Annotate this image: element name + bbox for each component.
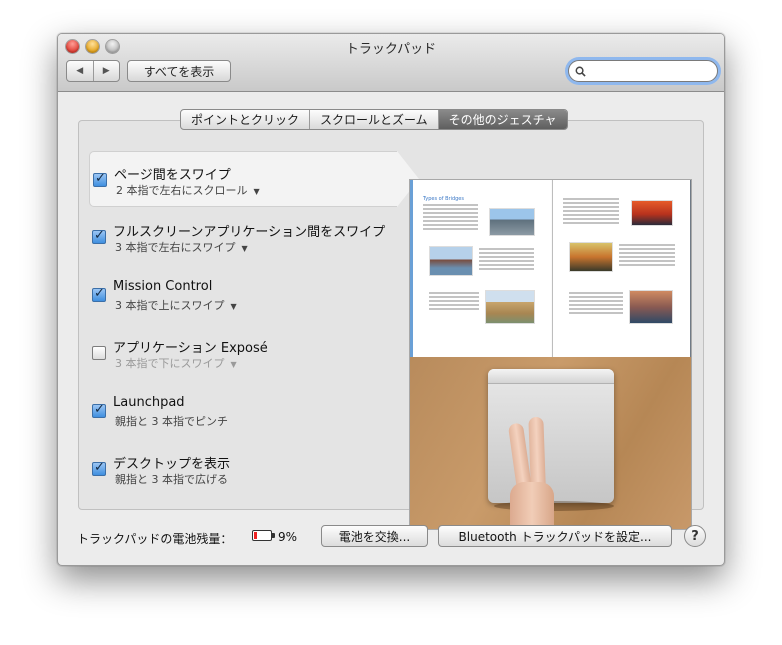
- setup-bluetooth-trackpad-button[interactable]: Bluetooth トラックパッドを設定...: [438, 525, 672, 547]
- gesture-title: フルスクリーンアプリケーション間をスワイプ: [113, 225, 386, 240]
- gesture-option-menu[interactable]: 3 本指で上にスワイプ ▼: [115, 297, 237, 313]
- magic-trackpad-image: [488, 369, 614, 503]
- chevron-down-icon: ▼: [230, 302, 237, 311]
- gesture-preview-video: Types of Bridges: [409, 179, 692, 530]
- gesture-option-label: 2 本指で左右にスクロール: [116, 184, 248, 197]
- gesture-launchpad[interactable]: Launchpad 親指と 3 本指でピンチ: [89, 383, 397, 439]
- gesture-title: Launchpad: [113, 395, 185, 410]
- gesture-option-label: 3 本指で下にスワイプ: [115, 357, 225, 370]
- back-button[interactable]: ◀: [67, 61, 93, 81]
- forward-arrow-icon: ▶: [102, 66, 110, 76]
- gesture-description: 親指と 3 本指で広げる: [115, 473, 228, 486]
- search-input[interactable]: [590, 65, 710, 77]
- app-expose-checkbox[interactable]: [92, 346, 106, 360]
- forward-button[interactable]: ▶: [92, 61, 120, 81]
- tab-bar: ポイントとクリック スクロールとズーム その他のジェスチャ: [180, 109, 568, 130]
- document-heading: Types of Bridges: [423, 196, 464, 202]
- title-bar: トラックパッド ◀ ▶ すべてを表示: [58, 34, 724, 92]
- preview-document: Types of Bridges: [410, 180, 691, 357]
- replace-battery-button[interactable]: 電池を交換...: [321, 525, 428, 547]
- launchpad-checkbox[interactable]: [92, 402, 106, 418]
- gesture-title: Mission Control: [113, 279, 213, 294]
- battery-icon: [252, 530, 275, 541]
- battery-percent: 9%: [278, 530, 298, 544]
- gesture-option-menu[interactable]: 2 本指で左右にスクロール ▼: [116, 182, 260, 198]
- gesture-app-expose[interactable]: アプリケーション Exposé 3 本指で下にスワイプ ▼: [89, 325, 397, 381]
- gesture-option-label: 3 本指で上にスワイプ: [115, 299, 225, 312]
- gesture-option-label: 3 本指で左右にスワイプ: [115, 241, 236, 254]
- document-page-left: Types of Bridges: [410, 180, 551, 357]
- preferences-content: ポイントとクリック スクロールとズーム その他のジェスチャ ページ間をスワイプ …: [58, 93, 724, 565]
- tab-more-gestures[interactable]: その他のジェスチャ: [437, 110, 567, 129]
- search-icon: [575, 66, 586, 77]
- chevron-down-icon: ▼: [253, 187, 260, 196]
- swipe-between-pages-checkbox[interactable]: [93, 171, 107, 187]
- gestures-panel: ページ間をスワイプ 2 本指で左右にスクロール ▼ フルスクリーンアプリケーション…: [78, 120, 704, 530]
- back-arrow-icon: ◀: [76, 66, 84, 76]
- window-title: トラックパッド: [345, 42, 437, 57]
- trackpad-gesture-animation: [410, 357, 691, 529]
- swipe-between-fullscreen-apps-checkbox[interactable]: [92, 228, 106, 244]
- bridge-photo: [569, 242, 613, 272]
- chevron-down-icon: ▼: [241, 244, 248, 253]
- search-field[interactable]: [568, 60, 718, 82]
- show-desktop-checkbox[interactable]: [92, 460, 106, 476]
- gesture-title: ページ間をスワイプ: [114, 168, 231, 183]
- battery-level-label: トラックパッドの電池残量：: [77, 532, 233, 546]
- gesture-swipe-between-pages[interactable]: ページ間をスワイプ 2 本指で左右にスクロール ▼: [89, 151, 419, 207]
- gesture-title: デスクトップを表示: [113, 457, 231, 472]
- tab-scroll-and-zoom[interactable]: スクロールとズーム: [309, 110, 438, 129]
- gesture-swipe-between-fullscreen-apps[interactable]: フルスクリーンアプリケーション間をスワイプ 3 本指で左右にスワイプ ▼: [89, 209, 397, 265]
- bridge-photo: [485, 290, 535, 324]
- gesture-mission-control[interactable]: Mission Control 3 本指で上にスワイプ ▼: [89, 267, 397, 323]
- mission-control-checkbox[interactable]: [92, 286, 106, 302]
- show-all-button[interactable]: すべてを表示: [127, 60, 231, 82]
- gesture-description: 親指と 3 本指でピンチ: [115, 415, 228, 428]
- gesture-option-menu: 3 本指で下にスワイプ ▼: [115, 355, 237, 371]
- gesture-option-menu[interactable]: 3 本指で左右にスワイプ ▼: [115, 239, 248, 255]
- document-page-right: [552, 180, 691, 357]
- back-forward-group: ◀ ▶: [66, 60, 120, 82]
- bridge-photo: [629, 290, 673, 324]
- bridge-photo: [489, 208, 535, 236]
- hand-image: [510, 482, 554, 529]
- bridge-photo: [429, 246, 473, 276]
- gesture-title: アプリケーション Exposé: [113, 341, 268, 356]
- help-button[interactable]: ?: [684, 525, 706, 547]
- bridge-photo: [631, 200, 673, 226]
- chevron-down-icon: ▼: [230, 360, 237, 369]
- tab-point-and-click[interactable]: ポイントとクリック: [181, 110, 309, 129]
- trackpad-preferences-window: トラックパッド ◀ ▶ すべてを表示 ポイントとクリック スクロールとズーム そ…: [57, 33, 725, 566]
- gesture-show-desktop[interactable]: デスクトップを表示 親指と 3 本指で広げる: [89, 441, 397, 497]
